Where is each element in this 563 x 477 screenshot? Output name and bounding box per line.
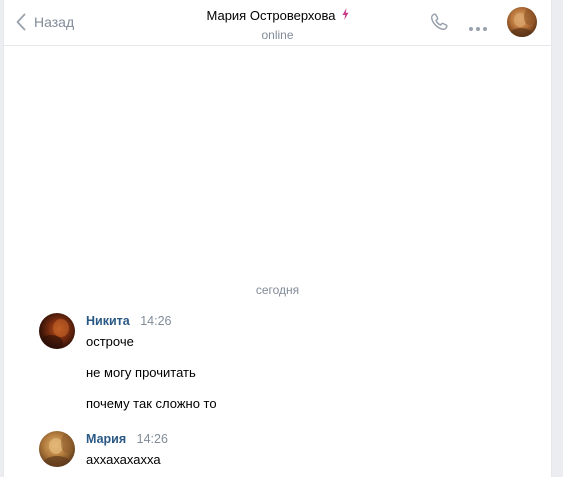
date-separator: сегодня xyxy=(255,283,300,297)
phone-icon[interactable] xyxy=(429,12,449,37)
message-text: остроче xyxy=(86,334,134,349)
message-text: почему так сложно то xyxy=(86,396,217,411)
message-header: Мария 14:26 xyxy=(86,431,526,449)
avatar[interactable] xyxy=(39,313,75,349)
contact-avatar[interactable] xyxy=(507,7,537,37)
avatar[interactable] xyxy=(39,431,75,467)
page: Назад Мария Островерхова online сегодня … xyxy=(0,0,563,477)
contact-name: Мария Островерхова xyxy=(206,8,336,23)
more-horizontal-icon[interactable] xyxy=(468,19,488,37)
message-time: 14:26 xyxy=(140,314,172,328)
author-name[interactable]: Мария xyxy=(86,432,126,446)
message-time: 14:26 xyxy=(136,432,168,446)
chat-header: Назад Мария Островерхова online xyxy=(4,0,551,46)
lightning-bolt-icon xyxy=(342,8,349,23)
chat-panel: Назад Мария Островерхова online сегодня … xyxy=(3,0,552,477)
message-content: Никита 14:26 остроче не могу прочитать п… xyxy=(86,313,526,412)
message-text: не могу прочитать xyxy=(86,365,196,380)
message-header: Никита 14:26 xyxy=(86,313,526,331)
message-text: аххахахахха xyxy=(86,452,161,467)
message-content: Мария 14:26 аххахахахха xyxy=(86,431,526,468)
author-name[interactable]: Никита xyxy=(86,314,130,328)
